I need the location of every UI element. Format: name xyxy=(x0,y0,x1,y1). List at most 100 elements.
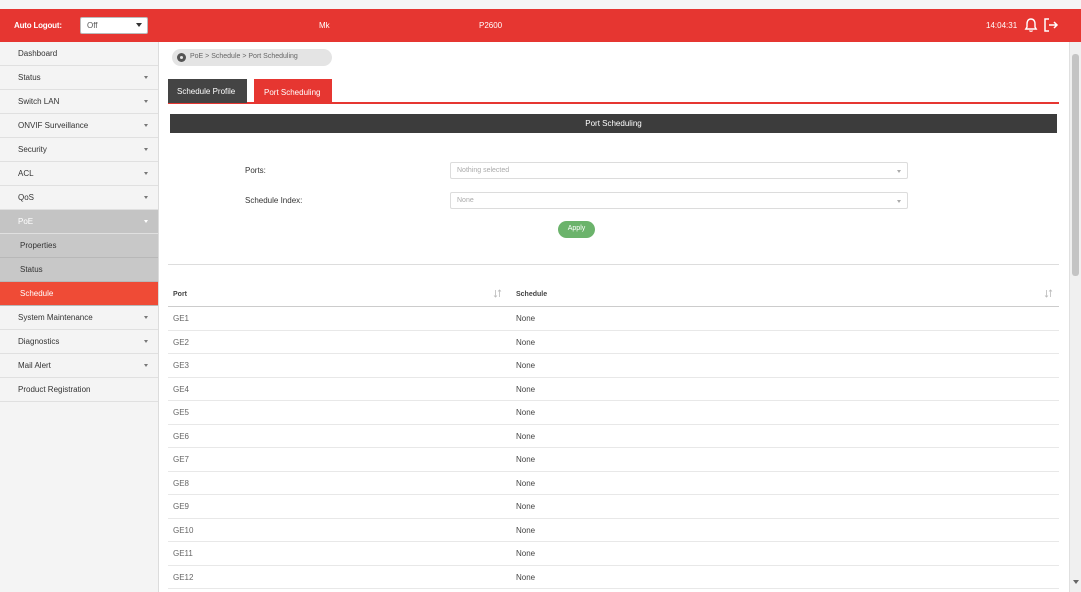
schedule-cell: None xyxy=(516,361,536,370)
apply-button[interactable]: Apply xyxy=(558,221,595,238)
sidebar-item-product-registration[interactable]: Product Registration xyxy=(0,378,158,402)
sidebar-subitem-status[interactable]: Status xyxy=(0,258,158,282)
location-icon xyxy=(177,53,186,62)
chevron-down-icon xyxy=(144,340,148,343)
table-row: GE2 None xyxy=(168,331,1059,354)
port-cell: GE11 xyxy=(173,549,193,558)
scroll-down-arrow-icon[interactable] xyxy=(1073,580,1079,584)
window-top-strip xyxy=(0,0,1081,9)
chevron-down-icon xyxy=(144,100,148,103)
table-row: GE12 None xyxy=(168,566,1059,589)
sidebar-nav: Dashboard Status Switch LAN ONVIF Survei… xyxy=(0,42,159,592)
tab-label: Schedule Profile xyxy=(177,87,236,96)
tab-port-scheduling[interactable]: Port Scheduling xyxy=(254,79,332,103)
chevron-down-icon xyxy=(144,124,148,127)
bell-icon[interactable] xyxy=(1024,17,1038,33)
schedule-cell: None xyxy=(516,549,536,558)
chevron-down-icon xyxy=(144,364,148,367)
ports-select[interactable]: Nothing selected xyxy=(450,162,908,179)
auto-logout-label: Auto Logout: xyxy=(14,21,62,30)
caret-down-icon xyxy=(136,23,142,27)
sidebar-item-label: QoS xyxy=(18,193,35,202)
caret-down-icon xyxy=(897,170,901,173)
auto-logout-select[interactable]: Off xyxy=(80,17,148,34)
schedule-cell: None xyxy=(516,455,536,464)
sidebar-item-label: Security xyxy=(18,145,47,154)
sidebar-item-qos[interactable]: QoS xyxy=(0,186,158,210)
sidebar-item-mail-alert[interactable]: Mail Alert xyxy=(0,354,158,378)
port-cell: GE8 xyxy=(173,478,190,488)
port-cell: GE9 xyxy=(173,502,190,511)
chevron-down-icon xyxy=(144,148,148,151)
schedule-cell: None xyxy=(516,337,536,347)
sidebar-item-diagnostics[interactable]: Diagnostics xyxy=(0,330,158,354)
schedule-cell: None xyxy=(516,384,536,394)
schedule-index-label: Schedule Index: xyxy=(245,196,303,205)
chevron-down-icon xyxy=(144,172,148,175)
ports-placeholder: Nothing selected xyxy=(457,167,510,174)
ports-label: Ports: xyxy=(245,166,266,175)
port-cell: GE6 xyxy=(173,431,190,441)
section-title-bar: Port Scheduling xyxy=(170,114,1057,133)
tab-bar: Schedule Profile Port Scheduling xyxy=(168,78,1059,104)
port-cell: GE12 xyxy=(173,572,194,582)
page-scrollbar[interactable] xyxy=(1069,42,1081,592)
schedule-index-select[interactable]: None xyxy=(450,192,908,209)
table-row: GE6 None xyxy=(168,425,1059,448)
sidebar-item-label: Status xyxy=(20,265,43,274)
sidebar-subitem-schedule[interactable]: Schedule xyxy=(0,282,158,306)
port-schedule-table: Port Schedule GE1 None GE2 None GE3 None GE… xyxy=(168,282,1059,589)
port-cell: GE3 xyxy=(173,361,190,370)
sidebar-item-label: Product Registration xyxy=(18,385,91,394)
port-cell: GE2 xyxy=(173,337,190,347)
sidebar-item-label: Schedule xyxy=(20,289,54,298)
sidebar-item-label: Dashboard xyxy=(18,49,58,58)
auto-logout-value: Off xyxy=(87,21,98,30)
schedule-cell: None xyxy=(516,572,536,582)
sidebar-item-system-maintenance[interactable]: System Maintenance xyxy=(0,306,158,330)
tab-schedule-profile[interactable]: Schedule Profile xyxy=(168,79,247,103)
schedule-cell: None xyxy=(516,478,536,488)
schedule-cell: None xyxy=(516,408,536,417)
sidebar-item-status[interactable]: Status xyxy=(0,66,158,90)
schedule-cell: None xyxy=(516,431,536,441)
apply-label: Apply xyxy=(567,225,586,232)
sidebar-item-switch-lan[interactable]: Switch LAN xyxy=(0,90,158,114)
table-row: GE4 None xyxy=(168,378,1059,401)
logout-icon[interactable] xyxy=(1043,17,1059,33)
tab-label: Port Scheduling xyxy=(264,88,321,97)
sidebar-item-label: ONVIF Surveillance xyxy=(18,121,89,130)
sort-icon[interactable] xyxy=(1044,289,1053,298)
schedule-cell: None xyxy=(516,525,536,535)
table-row: GE7 None xyxy=(168,448,1059,472)
chevron-down-icon xyxy=(144,316,148,319)
column-header-port[interactable]: Port xyxy=(173,291,187,298)
column-header-schedule[interactable]: Schedule xyxy=(516,291,547,298)
port-cell: GE1 xyxy=(173,314,190,323)
table-row: GE1 None xyxy=(168,307,1059,331)
sidebar-item-dashboard[interactable]: Dashboard xyxy=(0,42,158,66)
sidebar-subitem-properties[interactable]: Properties xyxy=(0,234,158,258)
system-clock: 14:04:31 xyxy=(986,21,1018,30)
port-cell: GE7 xyxy=(173,455,190,464)
caret-down-icon xyxy=(897,200,901,203)
sidebar-item-acl[interactable]: ACL xyxy=(0,162,158,186)
table-row: GE8 None xyxy=(168,472,1059,495)
section-title: Port Scheduling xyxy=(585,119,642,128)
table-row: GE5 None xyxy=(168,401,1059,425)
sidebar-item-poe[interactable]: PoE xyxy=(0,210,158,234)
table-header: Port Schedule xyxy=(168,282,1059,307)
sidebar-item-onvif-surveillance[interactable]: ONVIF Surveillance xyxy=(0,114,158,138)
sidebar-item-label: Status xyxy=(18,73,41,82)
chevron-down-icon xyxy=(144,220,148,223)
header-bar: Auto Logout: Off Mk P2600 14:04:31 xyxy=(0,9,1081,42)
sort-icon[interactable] xyxy=(493,289,502,298)
breadcrumb: PoE > Schedule > Port Scheduling xyxy=(172,49,332,66)
scrollbar-thumb[interactable] xyxy=(1072,54,1079,276)
sidebar-item-label: System Maintenance xyxy=(18,313,93,322)
table-row: GE3 None xyxy=(168,354,1059,378)
breadcrumb-text: PoE > Schedule > Port Scheduling xyxy=(190,53,298,60)
sidebar-item-security[interactable]: Security xyxy=(0,138,158,162)
main-content: PoE > Schedule > Port Scheduling Schedul… xyxy=(168,42,1061,592)
port-cell: GE10 xyxy=(173,525,194,535)
